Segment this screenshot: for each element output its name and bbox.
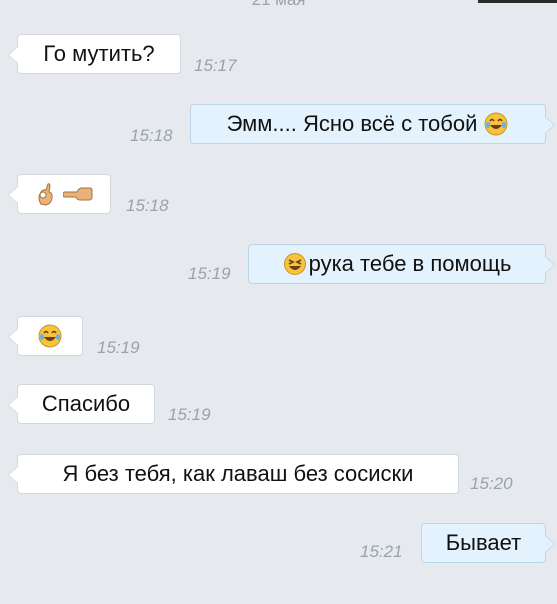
- joy-emoji-icon: [38, 324, 62, 348]
- message-text: Спасибо: [41, 391, 131, 416]
- laughing-emoji-icon: [283, 253, 306, 275]
- message-time: 15:18: [126, 196, 169, 215]
- message-time: 15:18: [130, 126, 173, 145]
- message-time: 15:20: [470, 474, 513, 493]
- message-bubble-incoming[interactable]: Го мутить?: [8, 34, 181, 74]
- ok-hand-emoji-icon: [38, 183, 53, 206]
- message-time: 15:19: [168, 405, 211, 424]
- pointing-left-emoji-icon: [63, 187, 93, 201]
- message-time: 15:21: [360, 542, 403, 561]
- message-text: Эмм.... Ясно всё с тобой: [226, 111, 478, 136]
- message-bubble-incoming[interactable]: Я без тебя, как лаваш без сосиски: [8, 454, 459, 494]
- message-bubble-outgoing[interactable]: Бывает: [421, 523, 555, 563]
- message-text: Я без тебя, как лаваш без сосиски: [62, 461, 414, 486]
- message-text: Бывает: [445, 530, 522, 555]
- message-time: 15:19: [188, 264, 231, 283]
- message-bubble-incoming[interactable]: [8, 316, 83, 356]
- message-time: 15:19: [97, 338, 140, 357]
- message-bubble-outgoing[interactable]: Эмм.... Ясно всё с тобой: [190, 104, 555, 144]
- message-bubble-outgoing[interactable]: рука тебе в помощь: [248, 244, 555, 284]
- message-bubble-incoming[interactable]: [8, 174, 111, 214]
- message-text: рука тебе в помощь: [308, 251, 512, 276]
- date-divider: 21 мая: [0, 0, 557, 10]
- message-time: 15:17: [194, 56, 237, 75]
- joy-emoji-icon: [484, 112, 508, 136]
- message-bubble-incoming[interactable]: Спасибо: [8, 384, 155, 424]
- message-text: Го мутить?: [43, 41, 155, 66]
